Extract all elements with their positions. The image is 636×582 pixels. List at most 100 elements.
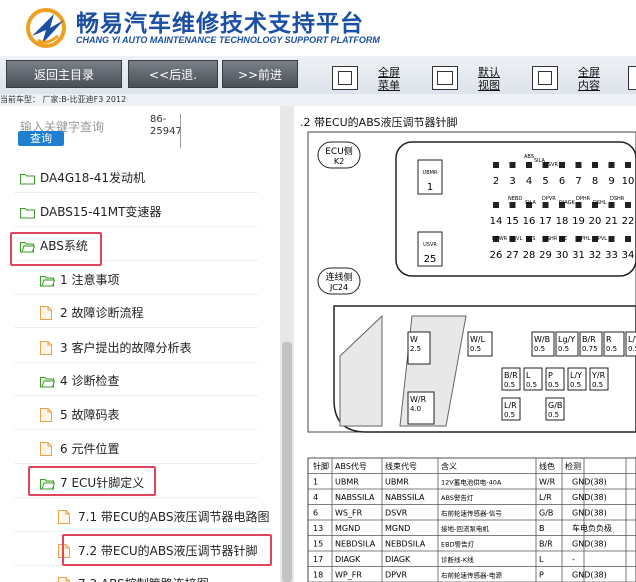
fullscreen-content-label-line2: 内容 — [578, 79, 600, 92]
table-header: 线束代号 — [385, 461, 417, 471]
table-cell: W/R — [539, 478, 556, 487]
table-cell: GND(38) — [572, 540, 607, 549]
row-divider — [14, 192, 258, 193]
table-cell: DIAGK — [335, 555, 361, 564]
default-view-button[interactable] — [432, 66, 458, 90]
row-divider — [14, 294, 258, 295]
highlight-box — [62, 534, 272, 566]
table-cell: 诊断线-K线 — [441, 555, 474, 564]
back-to-main-button[interactable]: 返回主目录 — [6, 60, 122, 88]
pin-number: 21 — [605, 216, 618, 227]
pin-number: 14 — [490, 216, 503, 227]
back-button[interactable]: <<后退. — [128, 60, 218, 88]
tree-item-label: 1 注意事项 — [60, 273, 120, 287]
fullscreen-content-icon — [538, 71, 552, 85]
app-header: 畅易汽车维修技术支持平台 CHANG YI AUTO MAINTENANCE T… — [0, 0, 636, 56]
table-header: 线色 — [539, 461, 555, 471]
harness-cell-color: Lg/Y — [558, 335, 575, 344]
harness-cell-color: Y/R — [591, 371, 606, 380]
tree-item-label: DA4G18-41发动机 — [40, 171, 146, 185]
toolbar: 返回主目录 <<后退. >>前进 全屏 菜单 默认 视图 全屏 内容 — [0, 56, 636, 94]
pin-number: 30 — [556, 250, 569, 261]
default-view-label[interactable]: 默认 视图 — [478, 66, 514, 92]
row-divider — [14, 362, 258, 363]
fullscreen-content-label-line1: 全屏 — [578, 66, 600, 79]
tree-item-label: 7.3 ABS控制管路连接图 — [78, 574, 209, 582]
logo-icon — [26, 8, 66, 48]
table-cell: WP_FR — [335, 571, 362, 580]
pin-hole — [625, 162, 631, 168]
table-cell: UBMR — [335, 478, 359, 487]
pin-code-label: ABS — [524, 154, 534, 160]
folder-open-icon — [40, 374, 56, 388]
forward-button[interactable]: >>前进 — [222, 60, 298, 88]
table-header: 检测 — [565, 461, 581, 471]
table-cell: ABS警告灯 — [441, 493, 474, 502]
table-cell: GND(38) — [572, 509, 607, 518]
table-cell: 车电负负极 — [572, 523, 612, 533]
sidebar-scrollbar[interactable] — [280, 106, 294, 582]
pin-number: 29 — [539, 250, 552, 261]
pin-hole — [575, 202, 582, 208]
pin-number: 33 — [605, 250, 618, 261]
highlight-box — [28, 466, 156, 496]
fullscreen-content-button[interactable] — [532, 66, 558, 90]
harness-cell-gauge: 0.5 — [534, 345, 545, 353]
table-cell: GND(38) — [572, 493, 607, 502]
row-divider — [14, 327, 258, 328]
divider — [180, 114, 181, 148]
pin-number: 7 — [575, 176, 581, 187]
fullscreen-menu-label[interactable]: 全屏 菜单 — [378, 66, 414, 92]
harness-cell-gauge: 0.5 — [606, 345, 617, 353]
row-divider — [14, 497, 258, 498]
harness-cell-color: L/R — [504, 401, 517, 410]
pin-number: 20 — [589, 216, 602, 227]
table-header: 含义 — [441, 461, 457, 471]
pin-number: 19 — [572, 216, 585, 227]
sidebar-tree: 输入关键字查询 查询 86- 25947 DA4G18-41发动机 DABS15-… — [0, 106, 278, 582]
table-header: ABS代号 — [335, 461, 367, 471]
harness-cell-color: R — [606, 335, 612, 344]
table-cell: - — [572, 555, 575, 564]
table-cell: 右前轮速传感器-信号 — [441, 509, 502, 518]
pin-code-label: DPVR — [542, 196, 556, 202]
default-view-label-line2: 视图 — [478, 79, 500, 92]
harness-cell-gauge: 0.5 — [570, 381, 581, 389]
pin-hole — [625, 202, 631, 208]
table-cell: NABSSILA — [335, 493, 375, 502]
table-cell: L — [539, 555, 544, 564]
table-cell: 13 — [313, 524, 323, 533]
harness-cell-color: L — [526, 371, 531, 380]
extra-tool-button[interactable] — [628, 66, 636, 90]
table-cell: NABSSILA — [385, 493, 425, 502]
pin-code-label: DSVL — [509, 236, 522, 242]
harness-side-code: JC24 — [329, 283, 348, 292]
pin-number: 31 — [572, 250, 585, 261]
pin-diagram: ECU侧K2UBMR1USVR252 3 4 5 6 7 8 9 1014 15 16 17 18 19 2… — [307, 131, 636, 582]
table-cell: GND(38) — [572, 571, 607, 580]
row-divider — [14, 463, 258, 464]
table-cell: 18 — [313, 571, 323, 580]
table-cell: 6 — [313, 509, 318, 518]
document-icon — [40, 306, 55, 320]
harness-cell-color: W/B — [534, 335, 550, 344]
fullscreen-content-label[interactable]: 全屏 内容 — [578, 66, 614, 92]
pin-25-code: USVR — [423, 242, 437, 248]
table-cell: 右前轮速传感器-电源 — [441, 571, 502, 580]
pin-hole — [509, 162, 516, 168]
fullscreen-menu-label-line1: 全屏 — [378, 66, 400, 79]
tree-item-label: 7.1 带ECU的ABS液压调节器电路图 — [78, 510, 270, 524]
table-cell: MGND — [335, 524, 360, 533]
fullscreen-menu-icon — [338, 71, 352, 85]
harness-cell-gauge: 0.5 — [470, 345, 481, 353]
harness-cell-gauge: 4.0 — [410, 405, 421, 413]
ecu-side-label: ECU侧 — [325, 145, 353, 157]
search-button[interactable]: 查询 — [18, 131, 64, 146]
scrollbar-thumb[interactable] — [282, 342, 292, 582]
table-cell: 17 — [313, 555, 323, 564]
pin-25: 25 — [424, 254, 437, 265]
pin-code-label: DFWR — [492, 236, 508, 242]
fullscreen-menu-button[interactable] — [332, 66, 358, 90]
folder-icon — [20, 171, 35, 185]
table-cell: G/B — [539, 509, 553, 518]
